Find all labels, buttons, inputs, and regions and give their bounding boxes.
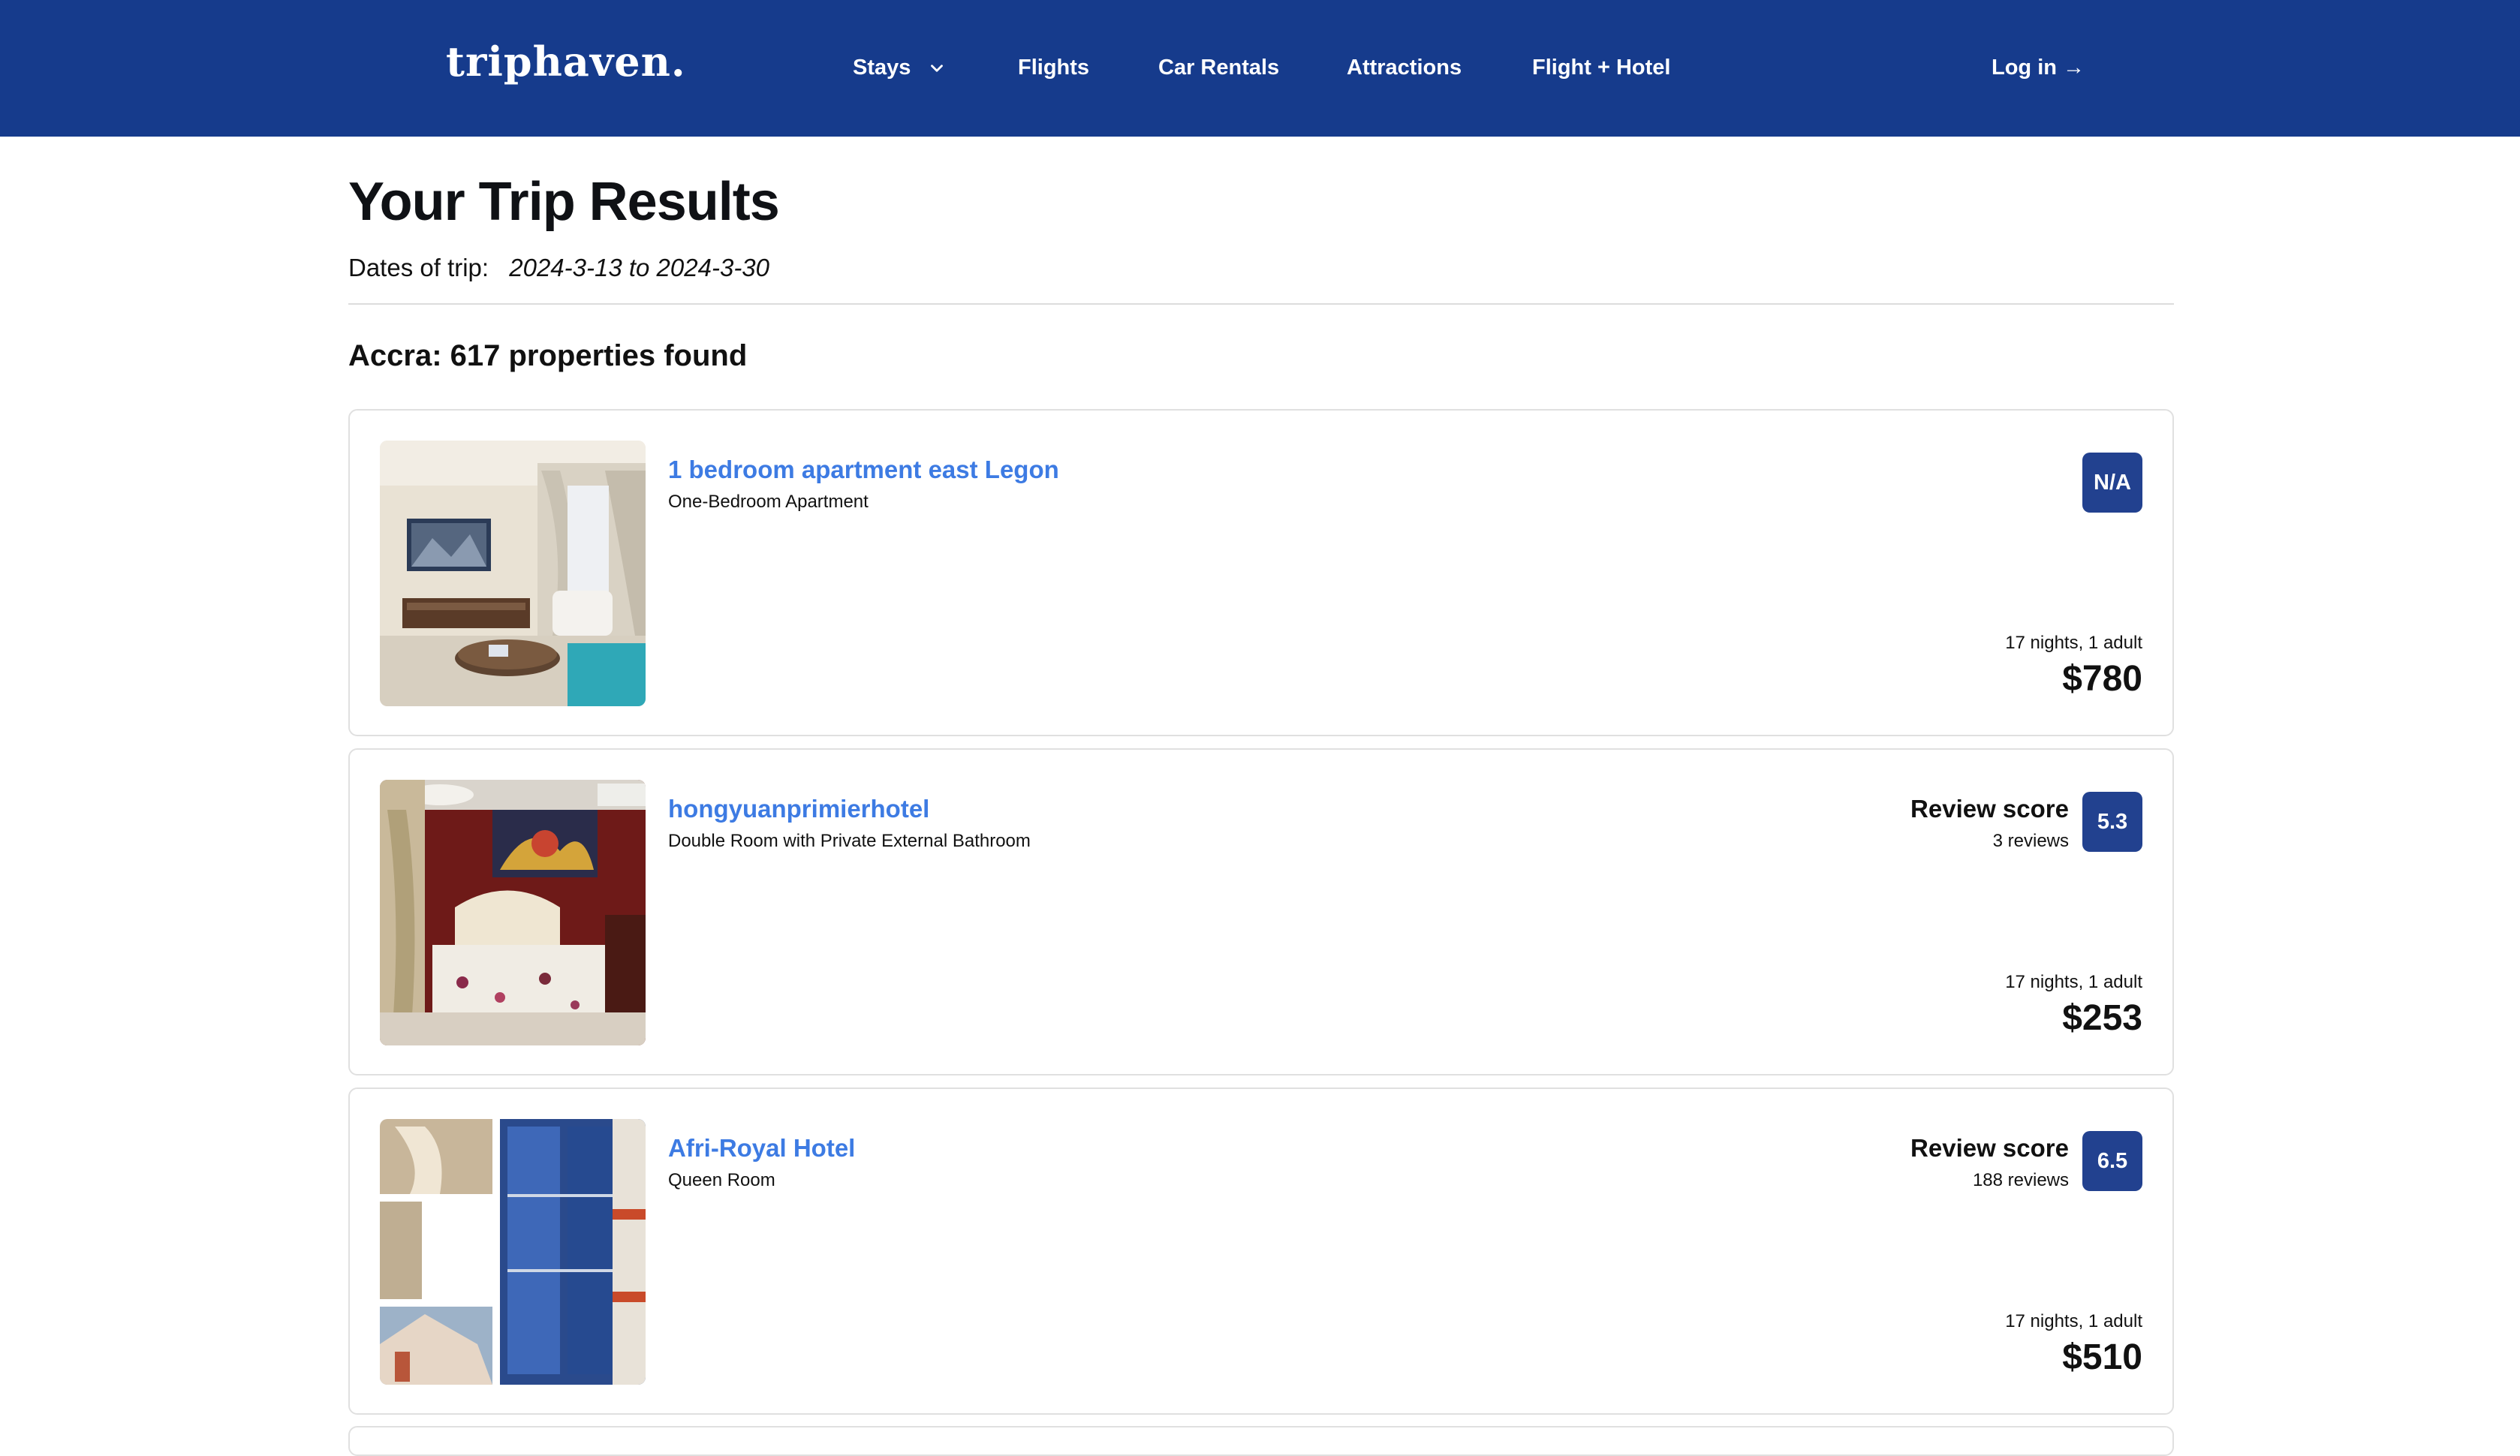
- listing-price: $510: [2062, 1337, 2142, 1377]
- top-navbar: triphaven. Stays Flights Car Rentals Att…: [0, 0, 2520, 137]
- listing-name[interactable]: 1 bedroom apartment east Legon: [668, 456, 1059, 484]
- listing-photo[interactable]: [380, 1119, 646, 1385]
- review-count: 3 reviews: [1992, 831, 2069, 851]
- review-score-label: Review score: [1910, 795, 2069, 823]
- stay-summary: 17 nights, 1 adult: [2005, 1311, 2142, 1331]
- listing-card[interactable]: 1 bedroom apartment east Legon One-Bedro…: [348, 409, 2174, 736]
- results-count-heading: Accra: 617 properties found: [348, 339, 748, 372]
- review-score-badge: 6.5: [2082, 1131, 2142, 1191]
- listing-card[interactable]: hongyuanprimierhotel Double Room with Pr…: [348, 748, 2174, 1075]
- trip-dates-value: 2024-3-13 to 2024-3-30: [509, 254, 770, 281]
- nav-car-rentals[interactable]: Car Rentals: [1158, 53, 1279, 83]
- page-title: Your Trip Results: [348, 172, 780, 232]
- trip-dates: Dates of trip: 2024-3-13 to 2024-3-30: [348, 254, 769, 282]
- nav-attractions[interactable]: Attractions: [1347, 53, 1462, 83]
- listing-card[interactable]: Afri-Royal Hotel Queen Room Review score…: [348, 1087, 2174, 1415]
- nav-flight-hotel[interactable]: Flight + Hotel: [1532, 53, 1670, 83]
- listing-room-type: Queen Room: [668, 1170, 775, 1190]
- listing-price: $253: [2062, 998, 2142, 1038]
- review-count: 188 reviews: [1972, 1170, 2069, 1190]
- nav-stays[interactable]: Stays: [853, 53, 947, 83]
- nav-stays-label: Stays: [853, 56, 911, 80]
- login-link[interactable]: Log in →: [1992, 53, 2085, 83]
- listing-price: $780: [2062, 659, 2142, 699]
- listing-name[interactable]: hongyuanprimierhotel: [668, 795, 929, 823]
- stay-summary: 17 nights, 1 adult: [2005, 972, 2142, 992]
- divider: [348, 303, 2174, 305]
- site-logo[interactable]: triphaven.: [446, 38, 686, 86]
- trip-dates-label: Dates of trip:: [348, 254, 489, 281]
- listing-room-type: One-Bedroom Apartment: [668, 492, 869, 512]
- listing-photo[interactable]: [380, 780, 646, 1045]
- nav-flights[interactable]: Flights: [1018, 53, 1089, 83]
- review-score-badge: N/A: [2082, 453, 2142, 513]
- listing-room-type: Double Room with Private External Bathro…: [668, 831, 1031, 851]
- review-score-badge: 5.3: [2082, 792, 2142, 852]
- listing-card-partial[interactable]: [348, 1426, 2174, 1456]
- review-score-label: Review score: [1910, 1134, 2069, 1162]
- stay-summary: 17 nights, 1 adult: [2005, 633, 2142, 653]
- listing-name[interactable]: Afri-Royal Hotel: [668, 1134, 855, 1163]
- chevron-down-icon: [931, 65, 944, 73]
- listing-photo[interactable]: [380, 441, 646, 706]
